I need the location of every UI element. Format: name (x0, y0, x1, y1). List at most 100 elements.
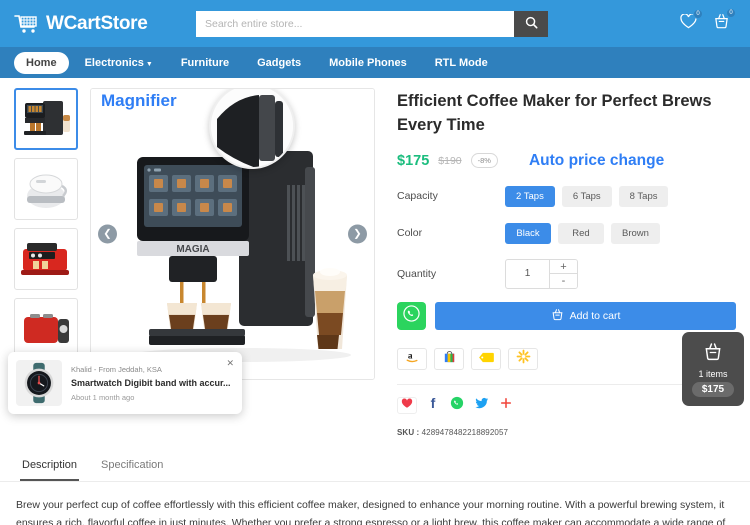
capacity-option-8-taps[interactable]: 8 Taps (618, 185, 669, 207)
whatsapp-order-button[interactable] (397, 301, 426, 330)
nav-item-furniture[interactable]: Furniture (169, 52, 241, 74)
toast-customer: Khalid - From Jeddah, KSA (71, 364, 162, 374)
current-price: $175 (397, 152, 430, 169)
basket-icon (551, 308, 564, 324)
capacity-option-6-taps[interactable]: 6 Taps (561, 185, 612, 207)
sku-label: SKU : (397, 427, 420, 437)
quantity-stepper[interactable]: 1 + - (505, 258, 578, 289)
thumbnail-white-rice-cooker[interactable] (14, 158, 78, 220)
wishlist-button[interactable]: 0 (680, 8, 703, 34)
nav-label: Gadgets (257, 56, 302, 69)
thumbnail-red-toaster[interactable] (14, 298, 78, 360)
floating-cart-widget[interactable]: 1 items $175 (682, 332, 744, 406)
sales-notification-toast[interactable]: Khalid - From Jeddah, KSA Smartwatch Dig… (8, 352, 242, 414)
quantity-row: Quantity 1 + - (397, 258, 736, 289)
quantity-value[interactable]: 1 (506, 260, 549, 288)
nav-item-electronics[interactable]: Electronics ▼ (73, 52, 165, 74)
brand-logo[interactable]: WCartStore (14, 13, 184, 35)
walmart-spark-icon (516, 349, 531, 369)
share-plus-icon (500, 396, 512, 414)
color-options: Black Red Brown (505, 222, 660, 244)
capacity-options: 2 Taps 6 Taps 8 Taps (505, 185, 669, 207)
gallery-prev-button[interactable]: ❮ (98, 224, 117, 244)
quantity-decrement-button[interactable]: - (550, 273, 577, 288)
quantity-label: Quantity (397, 267, 437, 280)
color-option-black[interactable]: Black (505, 222, 551, 244)
amazon-button[interactable]: a (397, 347, 427, 370)
details-divider (397, 383, 717, 385)
whatsapp-icon (450, 396, 464, 415)
gallery-next-button[interactable]: ❯ (348, 224, 367, 244)
toast-body: Khalid - From Jeddah, KSA Smartwatch Dig… (71, 365, 234, 402)
color-option-brown[interactable]: Brown (611, 222, 660, 244)
search-button[interactable] (514, 10, 548, 37)
header-actions: 0 0 (680, 8, 736, 34)
page-title: Efficient Coffee Maker for Perfect Brews… (397, 92, 712, 134)
color-option-row: Color Black Red Brown (397, 222, 736, 244)
ebay-bag-icon (442, 349, 457, 369)
whatsapp-share-button[interactable] (450, 396, 464, 415)
color-label: Color (397, 227, 423, 240)
product-gallery[interactable]: Magnifier MAGIA ❮ ❯ (90, 88, 375, 380)
quantity-buttons: + - (549, 259, 577, 288)
favorite-button[interactable] (397, 396, 417, 414)
capacity-option-2-taps[interactable]: 2 Taps (505, 185, 555, 207)
original-price: $190 (438, 154, 462, 167)
more-share-button[interactable] (500, 396, 512, 414)
basket-icon (703, 342, 723, 366)
floating-cart-count: 1 items (698, 368, 728, 379)
walmart-button[interactable] (508, 347, 538, 370)
svg-text:a: a (407, 351, 412, 361)
toast-product-title: Smartwatch Digibit band with accur... (71, 377, 231, 388)
nav-label: RTL Mode (434, 56, 488, 69)
cart-button[interactable]: 0 (713, 8, 736, 34)
nav-item-gadgets[interactable]: Gadgets (245, 52, 313, 74)
price-tag-icon (478, 350, 495, 368)
cart-count-badge: 0 (726, 8, 736, 18)
nav-label: Electronics (84, 56, 144, 69)
add-to-cart-button[interactable]: Add to cart (435, 301, 736, 330)
nav-label: Home (26, 56, 57, 69)
add-to-cart-label: Add to cart (569, 309, 621, 322)
discount-badge: -8% (470, 153, 498, 169)
cart-actions-row: Add to cart (397, 301, 736, 330)
color-option-red[interactable]: Red (558, 222, 604, 244)
nav-label: Mobile Phones (329, 56, 407, 69)
thumbnail-black-coffee-machine[interactable] (14, 88, 78, 150)
price-tag-button[interactable] (471, 347, 501, 370)
tab-specification[interactable]: Specification (99, 453, 165, 481)
twitter-icon (475, 396, 489, 414)
search-input[interactable] (196, 10, 514, 37)
description-text: Brew your perfect cup of coffee effortle… (16, 498, 726, 525)
nav-item-rtl-mode[interactable]: RTL Mode (423, 52, 500, 74)
quantity-increment-button[interactable]: + (550, 259, 577, 274)
capacity-option-row: Capacity 2 Taps 6 Taps 8 Taps (397, 185, 736, 207)
product-tabs: Description Specification (0, 453, 750, 482)
floating-cart-price: $175 (691, 381, 735, 397)
sku-line: SKU : 4289478482218892057 (397, 428, 736, 437)
search-icon (525, 16, 538, 32)
capacity-label: Capacity (397, 190, 438, 203)
tab-description[interactable]: Description (20, 453, 80, 481)
auto-price-change-label: Auto price change (528, 151, 665, 169)
shopping-cart-icon (14, 14, 40, 34)
chevron-down-icon: ▼ (145, 60, 153, 68)
product-page: WCartStore 0 (0, 0, 750, 525)
price-row: $175 $190 -8% Auto price change (397, 152, 736, 170)
nav-item-home[interactable]: Home (14, 51, 69, 74)
facebook-share-button[interactable]: f (428, 395, 439, 415)
svg-text:MAGIA: MAGIA (176, 244, 209, 255)
heart-icon (401, 396, 413, 414)
whatsapp-icon (403, 305, 420, 327)
close-icon[interactable]: ✕ (226, 358, 234, 369)
ebay-button[interactable] (434, 347, 464, 370)
site-header: WCartStore 0 (0, 0, 750, 47)
search-bar (196, 10, 548, 37)
nav-item-mobile-phones[interactable]: Mobile Phones (317, 52, 419, 74)
facebook-icon: f (428, 395, 439, 415)
sku-value: 4289478482218892057 (421, 427, 509, 437)
twitter-share-button[interactable] (475, 396, 489, 414)
nav-label: Furniture (180, 56, 230, 69)
wishlist-count-badge: 0 (693, 8, 703, 19)
thumbnail-red-espresso-machine[interactable] (14, 228, 78, 290)
